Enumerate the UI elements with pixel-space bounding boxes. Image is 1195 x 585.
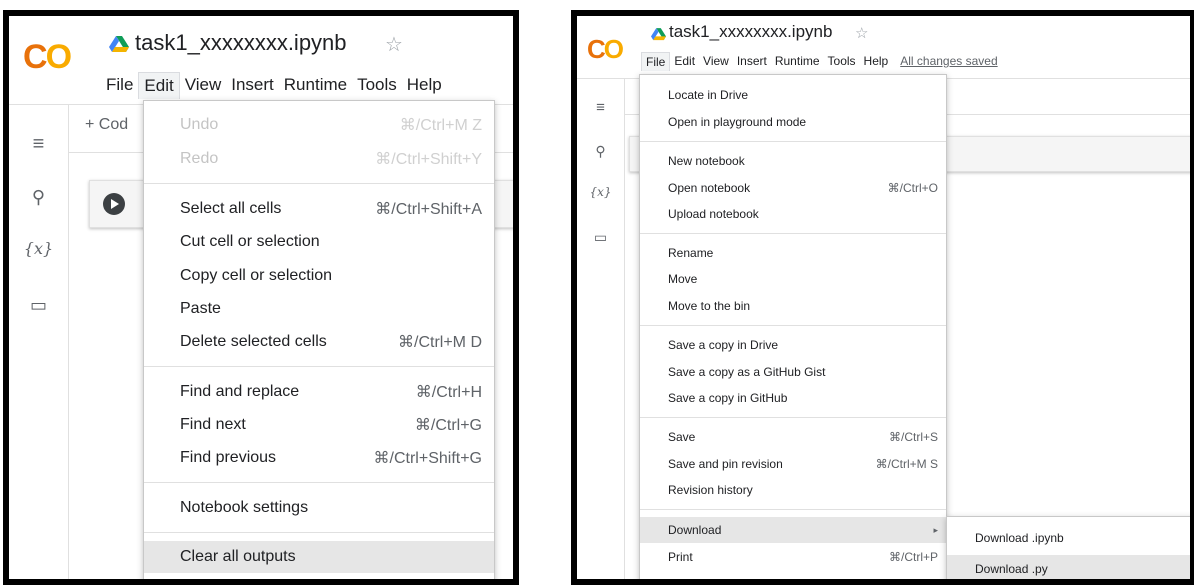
menu-item-move[interactable]: Move [640,269,946,289]
menu-item-find-and-replace[interactable]: Find and replace ⌘/Ctrl+H [144,380,494,404]
menu-item-paste[interactable]: Paste [144,297,494,321]
file-menu: Locate in Drive Open in playground mode … [639,74,947,579]
menu-separator [640,417,946,418]
menu-item-download[interactable]: Download ▸ [640,517,946,543]
sidebar: ≡ ⚲ {x} ▭ [9,105,69,579]
menu-item-save-copy-github[interactable]: Save a copy in GitHub [640,388,946,408]
menu-separator [144,183,494,184]
menu-item-download-py[interactable]: Download .py [947,555,1190,579]
menu-item-upload-notebook[interactable]: Upload notebook [640,204,946,224]
menu-item-download-ipynb[interactable]: Download .ipynb [947,525,1190,551]
colab-logo[interactable]: CO [23,38,72,77]
menu-item-save-copy-drive[interactable]: Save a copy in Drive [640,335,946,355]
search-icon[interactable]: ⚲ [577,143,624,160]
menu-item-clear-all-outputs[interactable]: Clear all outputs [144,541,494,573]
menu-item-find-next[interactable]: Find next ⌘/Ctrl+G [144,413,494,437]
notebook-title[interactable]: task1_xxxxxxxx.ipynb [135,30,347,56]
submenu-arrow-icon: ▸ [933,524,938,535]
menu-item-redo: Redo ⌘/Ctrl+Shift+Y [180,150,482,168]
add-code-button[interactable]: + Cod [85,116,128,134]
save-status-link[interactable]: All changes saved [892,52,1005,71]
edit-menu: Undo ⌘/Ctrl+M Z Redo ⌘/Ctrl+Shift+Y Select… [143,100,495,579]
menu-item-open-in-playground[interactable]: Open in playground mode [640,112,946,132]
star-icon[interactable]: ☆ [855,24,868,42]
menu-view[interactable]: View [699,52,733,71]
menu-item-delete-selected-cells[interactable]: Delete selected cells ⌘/Ctrl+M D [144,330,494,354]
menu-runtime[interactable]: Runtime [279,72,352,99]
menu-insert[interactable]: Insert [733,52,771,71]
menu-edit[interactable]: Edit [138,72,180,99]
run-cell-icon[interactable] [103,193,125,215]
menu-edit[interactable]: Edit [670,52,699,71]
download-submenu: Download .ipynb Download .py [946,516,1190,579]
menu-item-notebook-settings[interactable]: Notebook settings [144,496,494,520]
menu-bar: File Edit View Insert Runtime Tools Help [101,72,447,99]
menu-item-open-notebook[interactable]: Open notebook ⌘/Ctrl+O [640,178,946,198]
menu-item-copy[interactable]: Copy cell or selection [144,264,494,288]
menu-separator [144,482,494,483]
drive-icon [109,36,129,52]
menu-separator [640,233,946,234]
menu-file[interactable]: File [641,52,671,71]
menu-item-locate-in-drive[interactable]: Locate in Drive [640,85,946,105]
menu-view[interactable]: View [180,72,227,99]
search-icon[interactable]: ⚲ [9,187,68,208]
menu-item-undo: Undo ⌘/Ctrl+M Z [180,116,482,134]
menu-item-rename[interactable]: Rename [640,243,946,263]
menu-bar: File Edit View Insert Runtime Tools Help… [641,52,1006,71]
menu-separator [144,532,494,533]
notebook-title[interactable]: task1_xxxxxxxx.ipynb [669,22,832,42]
toc-icon[interactable]: ≡ [9,133,68,156]
menu-file[interactable]: File [101,72,138,99]
drive-icon [651,28,666,41]
menu-item-select-all-cells[interactable]: Select all cells ⌘/Ctrl+Shift+A [144,197,494,221]
menu-item-save-copy-gist[interactable]: Save a copy as a GitHub Gist [640,362,946,382]
left-screenshot-panel: CO task1_xxxxxxxx.ipynb ☆ File Edit View… [3,10,519,585]
files-icon[interactable]: ▭ [9,295,68,316]
star-icon[interactable]: ☆ [385,32,403,57]
menu-separator [640,141,946,142]
menu-item-move-to-bin[interactable]: Move to the bin [640,296,946,316]
right-screenshot-panel: CO task1_xxxxxxxx.ipynb ☆ File Edit View… [571,10,1194,585]
menu-help[interactable]: Help [402,72,447,99]
menu-item-print[interactable]: Print ⌘/Ctrl+P [640,547,946,567]
menu-item-save[interactable]: Save ⌘/Ctrl+S [640,427,946,447]
menu-item-find-previous[interactable]: Find previous ⌘/Ctrl+Shift+G [144,446,494,470]
colab-logo[interactable]: CO [587,34,624,65]
variables-icon[interactable]: {x} [9,239,68,258]
menu-tools[interactable]: Tools [352,72,402,99]
menu-insert[interactable]: Insert [226,72,279,99]
toc-icon[interactable]: ≡ [577,99,624,116]
files-icon[interactable]: ▭ [577,229,624,246]
menu-item-cut[interactable]: Cut cell or selection [144,230,494,254]
menu-separator [144,366,494,367]
sidebar: ≡ ⚲ {x} ▭ [577,79,625,579]
menu-separator [640,509,946,510]
menu-item-save-and-pin-revision[interactable]: Save and pin revision ⌘/Ctrl+M S [640,454,946,474]
menu-tools[interactable]: Tools [824,52,860,71]
menu-runtime[interactable]: Runtime [771,52,824,71]
menu-item-revision-history[interactable]: Revision history [640,480,946,500]
menu-help[interactable]: Help [860,52,893,71]
variables-icon[interactable]: {x} [577,185,624,199]
menu-separator [640,325,946,326]
menu-item-new-notebook[interactable]: New notebook [640,151,946,171]
